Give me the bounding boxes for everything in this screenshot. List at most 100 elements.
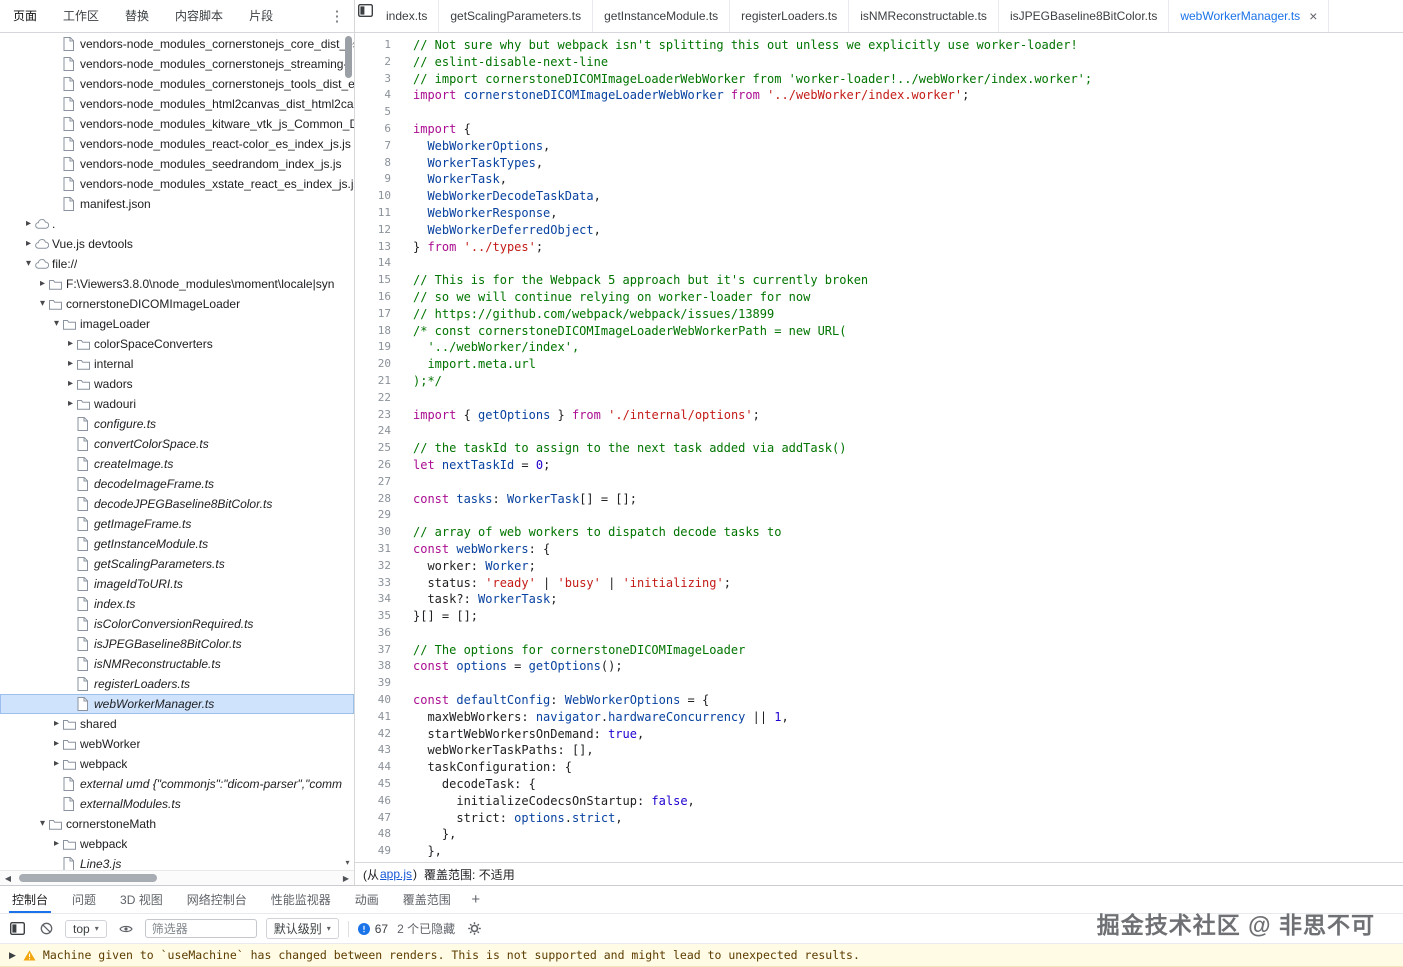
line-number[interactable]: 38 bbox=[355, 658, 400, 675]
tree-item[interactable]: ▸F:\Viewers3.8.0\node_modules\moment\loc… bbox=[0, 274, 354, 294]
panel-tab[interactable]: 内容脚本 bbox=[162, 0, 236, 32]
console-filter-input[interactable] bbox=[145, 919, 257, 938]
tree-item[interactable]: ▾file:// bbox=[0, 254, 354, 274]
chevron-right-icon[interactable]: ▸ bbox=[22, 239, 35, 249]
chevron-right-icon[interactable]: ▸ bbox=[22, 219, 35, 229]
drawer-tab[interactable]: 网络控制台 bbox=[175, 886, 259, 913]
chevron-right-icon[interactable]: ▸ bbox=[50, 759, 63, 769]
tree-item[interactable]: isJPEGBaseline8BitColor.ts bbox=[0, 634, 354, 654]
horizontal-scrollbar-thumb[interactable] bbox=[19, 874, 157, 882]
line-number[interactable]: 2 bbox=[355, 54, 400, 71]
line-number[interactable]: 18 bbox=[355, 323, 400, 340]
tree-item[interactable]: vendors-node_modules_cornerstonejs_tools… bbox=[0, 74, 354, 94]
javascript-context-selector[interactable]: top▾ bbox=[65, 920, 107, 938]
line-number[interactable]: 14 bbox=[355, 255, 400, 272]
tree-item[interactable]: ▾cornerstoneMath bbox=[0, 814, 354, 834]
tree-item[interactable]: ▸webpack bbox=[0, 754, 354, 774]
tree-item[interactable]: ▸. bbox=[0, 214, 354, 234]
vertical-scrollbar-thumb[interactable] bbox=[345, 36, 352, 78]
line-number[interactable]: 36 bbox=[355, 625, 400, 642]
tree-item[interactable]: registerLoaders.ts bbox=[0, 674, 354, 694]
line-number[interactable]: 13 bbox=[355, 239, 400, 256]
tree-item[interactable]: ▸wadouri bbox=[0, 394, 354, 414]
chevron-down-icon[interactable]: ▾ bbox=[22, 259, 35, 269]
line-number[interactable]: 17 bbox=[355, 306, 400, 323]
expand-message-icon[interactable]: ▶ bbox=[9, 950, 16, 961]
line-number[interactable]: 35 bbox=[355, 608, 400, 625]
chevron-down-icon[interactable]: ▾ bbox=[36, 819, 49, 829]
chevron-right-icon[interactable]: ▸ bbox=[50, 719, 63, 729]
drawer-tab[interactable]: 3D 视图 bbox=[108, 886, 175, 913]
drawer-tab[interactable]: 控制台 bbox=[0, 886, 60, 913]
chevron-right-icon[interactable]: ▸ bbox=[64, 399, 77, 409]
chevron-right-icon[interactable]: ▸ bbox=[64, 359, 77, 369]
line-number[interactable]: 46 bbox=[355, 793, 400, 810]
line-number[interactable]: 21 bbox=[355, 373, 400, 390]
tree-item[interactable]: externalModules.ts bbox=[0, 794, 354, 814]
tree-item[interactable]: isNMReconstructable.ts bbox=[0, 654, 354, 674]
line-number[interactable]: 47 bbox=[355, 810, 400, 827]
tree-item[interactable]: getImageFrame.ts bbox=[0, 514, 354, 534]
log-level-dropdown[interactable]: 默认级别▾ bbox=[266, 918, 339, 939]
line-number[interactable]: 15 bbox=[355, 272, 400, 289]
line-number[interactable]: 43 bbox=[355, 742, 400, 759]
line-number[interactable]: 25 bbox=[355, 440, 400, 457]
line-number[interactable]: 16 bbox=[355, 289, 400, 306]
editor-tab[interactable]: isNMReconstructable.ts bbox=[849, 0, 999, 32]
line-number[interactable]: 1 bbox=[355, 37, 400, 54]
drawer-tab[interactable]: 覆盖范围 bbox=[391, 886, 463, 913]
line-number[interactable]: 4 bbox=[355, 87, 400, 104]
tree-item[interactable]: vendors-node_modules_html2canvas_dist_ht… bbox=[0, 94, 354, 114]
tree-item[interactable]: external umd {"commonjs":"dicom-parser",… bbox=[0, 774, 354, 794]
drawer-tab[interactable]: 问题 bbox=[60, 886, 108, 913]
line-number[interactable]: 28 bbox=[355, 491, 400, 508]
clear-console-icon[interactable] bbox=[36, 919, 56, 939]
tree-item[interactable]: ▸Vue.js devtools bbox=[0, 234, 354, 254]
tree-item[interactable]: vendors-node_modules_react-color_es_inde… bbox=[0, 134, 354, 154]
panel-tab[interactable]: 替换 bbox=[112, 0, 162, 32]
tree-item[interactable]: manifest.json bbox=[0, 194, 354, 214]
line-number[interactable]: 5 bbox=[355, 104, 400, 121]
line-number[interactable]: 40 bbox=[355, 692, 400, 709]
tree-item[interactable]: ▸wadors bbox=[0, 374, 354, 394]
line-number[interactable]: 41 bbox=[355, 709, 400, 726]
horizontal-scrollbar[interactable]: ◀ ▶ bbox=[0, 870, 354, 885]
editor-tab[interactable]: isJPEGBaseline8BitColor.ts bbox=[999, 0, 1169, 32]
scroll-right-icon[interactable]: ▶ bbox=[341, 874, 351, 883]
tree-item[interactable]: ▸webWorker bbox=[0, 734, 354, 754]
line-number[interactable]: 7 bbox=[355, 138, 400, 155]
line-number[interactable]: 31 bbox=[355, 541, 400, 558]
line-number[interactable]: 45 bbox=[355, 776, 400, 793]
tree-item[interactable]: createImage.ts bbox=[0, 454, 354, 474]
tree-item[interactable]: vendors-node_modules_seedrandom_index_js… bbox=[0, 154, 354, 174]
line-number[interactable]: 6 bbox=[355, 121, 400, 138]
line-number[interactable]: 8 bbox=[355, 155, 400, 172]
horizontal-scrollbar-track[interactable] bbox=[15, 874, 337, 882]
chevron-down-icon[interactable]: ▾ bbox=[36, 299, 49, 309]
line-number[interactable]: 37 bbox=[355, 642, 400, 659]
line-number[interactable]: 20 bbox=[355, 356, 400, 373]
panel-tab[interactable]: 页面 bbox=[0, 0, 50, 32]
drawer-tab[interactable]: 性能监视器 bbox=[259, 886, 343, 913]
tree-item[interactable]: webWorkerManager.ts bbox=[0, 694, 354, 714]
tree-item[interactable]: ▸shared bbox=[0, 714, 354, 734]
console-settings-gear-icon[interactable] bbox=[464, 919, 484, 939]
more-tabs-icon[interactable]: ⋮ bbox=[328, 7, 346, 25]
tree-item[interactable]: ▸internal bbox=[0, 354, 354, 374]
drawer-tab[interactable]: 动画 bbox=[343, 886, 391, 913]
line-number[interactable]: 29 bbox=[355, 507, 400, 524]
chevron-right-icon[interactable]: ▸ bbox=[50, 839, 63, 849]
line-number[interactable]: 9 bbox=[355, 171, 400, 188]
live-expression-eye-icon[interactable] bbox=[116, 919, 136, 939]
scroll-down-icon[interactable]: ▾ bbox=[342, 857, 353, 869]
line-number[interactable]: 34 bbox=[355, 591, 400, 608]
issues-counter[interactable]: 67 bbox=[358, 922, 388, 936]
line-number[interactable]: 19 bbox=[355, 339, 400, 356]
editor-tab[interactable]: webWorkerManager.ts× bbox=[1169, 0, 1329, 32]
line-number[interactable]: 26 bbox=[355, 457, 400, 474]
editor-tab[interactable]: registerLoaders.ts bbox=[730, 0, 849, 32]
line-number[interactable]: 39 bbox=[355, 675, 400, 692]
tree-item[interactable]: vendors-node_modules_cornerstonejs_strea… bbox=[0, 54, 354, 74]
line-number[interactable]: 10 bbox=[355, 188, 400, 205]
line-number[interactable]: 44 bbox=[355, 759, 400, 776]
